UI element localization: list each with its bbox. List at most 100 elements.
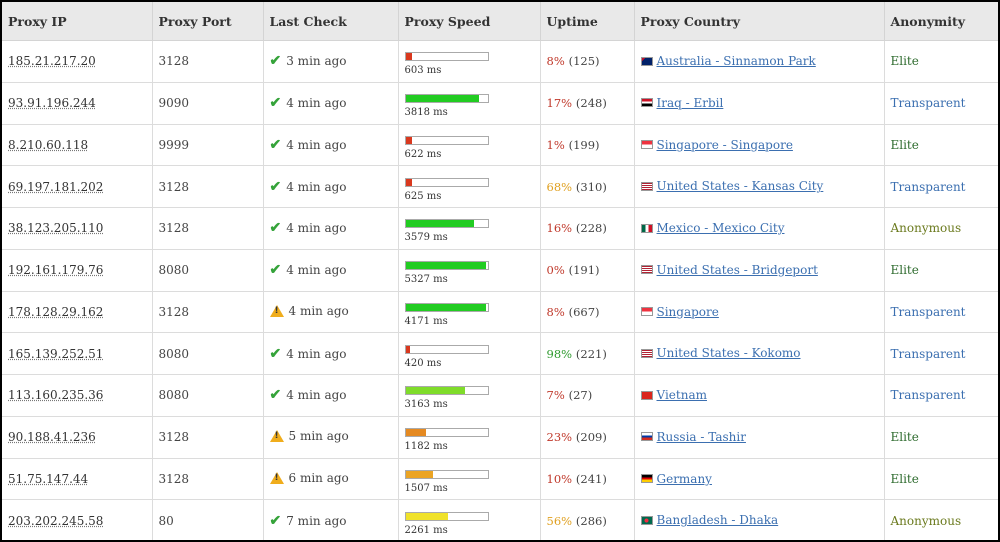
proxy-port: 8080 [158, 388, 190, 403]
anonymity-level: Transparent [890, 304, 966, 319]
table-header-row: Proxy IP Proxy Port Last Check Proxy Speed U… [2, 2, 998, 41]
anonymity-level: Transparent [890, 96, 966, 111]
anonymity-cell: Elite [883, 123, 998, 167]
last-check-cell: 4 min ago [262, 290, 399, 334]
country-link[interactable]: United States - Kansas City [657, 179, 824, 193]
proxy-port: 8080 [158, 346, 190, 361]
table-row: 38.123.205.110 3128 ✔ 4 min ago 3579 ms 16% (… [2, 207, 998, 250]
speed-bar [404, 94, 489, 104]
last-check-cell: ✔ 4 min ago [262, 165, 399, 208]
anonymity-level: Elite [890, 137, 919, 152]
proxy-ip[interactable]: 38.123.205.110 [8, 221, 103, 235]
speed-value: 4171 ms [404, 315, 448, 327]
uptime-cell: 1% (199) [539, 123, 635, 167]
country-link[interactable]: Bangladesh - Dhaka [657, 513, 779, 527]
last-check: 4 min ago [286, 346, 347, 361]
column-header-uptime[interactable]: Uptime [539, 2, 635, 41]
uptime-percent: 68% [546, 179, 573, 194]
flag-bangladesh-icon [640, 515, 653, 525]
last-check: 7 min ago [286, 513, 347, 528]
uptime-cell: 8% (125) [539, 40, 635, 83]
proxy-port: 3128 [158, 304, 190, 319]
uptime-percent: 16% [546, 221, 573, 236]
country-link[interactable]: Mexico - Mexico City [657, 221, 785, 235]
proxy-country-cell: United States - Bridgeport [633, 248, 885, 292]
proxy-ip[interactable]: 113.160.235.36 [8, 388, 103, 402]
uptime-cell: 98% (221) [539, 332, 635, 375]
uptime-percent: 56% [546, 513, 573, 528]
proxy-speed-cell: 603 ms [397, 40, 541, 83]
proxy-ip-cell: 90.188.41.236 [2, 415, 153, 459]
uptime-count: (199) [568, 137, 600, 152]
country-link[interactable]: Iraq - Erbil [657, 96, 724, 110]
table-row: 203.202.245.58 80 ✔ 7 min ago 2261 ms 56% (28… [2, 499, 998, 540]
column-header-proxy-country[interactable]: Proxy Country [633, 2, 885, 41]
country-link[interactable]: United States - Bridgeport [657, 263, 818, 277]
proxy-country-cell: Bangladesh - Dhaka [633, 499, 885, 540]
proxy-port-cell: 3128 [151, 165, 264, 208]
column-header-last-check[interactable]: Last Check [262, 2, 399, 41]
proxy-ip[interactable]: 90.188.41.236 [8, 430, 96, 444]
proxy-port-cell: 80 [151, 499, 264, 540]
flag-united-states-icon [640, 265, 653, 275]
uptime-percent: 10% [546, 471, 573, 486]
proxy-ip[interactable]: 192.161.179.76 [8, 263, 103, 277]
uptime-percent: 8% [546, 304, 565, 319]
uptime-cell: 8% (667) [539, 290, 635, 334]
proxy-ip[interactable]: 178.128.29.162 [8, 305, 103, 319]
country-link[interactable]: Vietnam [657, 388, 707, 402]
proxy-country-cell: United States - Kansas City [633, 165, 885, 208]
uptime-count: (310) [575, 179, 607, 194]
speed-bar [404, 177, 489, 187]
speed-value: 1507 ms [404, 482, 448, 494]
proxy-ip[interactable]: 185.21.217.20 [8, 54, 96, 68]
uptime-percent: 23% [546, 430, 573, 445]
table-row: 192.161.179.76 8080 ✔ 4 min ago 5327 ms 0% (1… [2, 248, 998, 292]
check-icon: ✔ [269, 345, 282, 362]
uptime-count: (221) [575, 346, 607, 361]
uptime-cell: 10% (241) [539, 457, 635, 501]
anonymity-level: Anonymous [890, 221, 962, 236]
anonymity-cell: Elite [883, 457, 998, 501]
warning-icon [269, 471, 284, 484]
speed-bar-fill [405, 512, 449, 520]
country-link[interactable]: Russia - Tashir [657, 430, 746, 444]
speed-bar [404, 302, 489, 312]
proxy-speed-cell: 1507 ms [397, 457, 541, 501]
proxy-ip[interactable]: 165.139.252.51 [8, 347, 103, 361]
country-link[interactable]: Singapore [657, 305, 719, 319]
proxy-ip-cell: 113.160.235.36 [2, 374, 153, 417]
column-header-proxy-port[interactable]: Proxy Port [151, 2, 264, 41]
uptime-percent: 8% [546, 54, 565, 69]
proxy-port-cell: 3128 [151, 40, 264, 83]
anonymity-level: Elite [890, 430, 919, 445]
uptime-count: (228) [575, 221, 607, 236]
country-link[interactable]: Singapore - Singapore [657, 138, 793, 152]
check-icon: ✔ [269, 512, 282, 529]
country-link[interactable]: Australia - Sinnamon Park [657, 54, 816, 68]
column-header-anonymity[interactable]: Anonymity [883, 2, 998, 41]
country-link[interactable]: United States - Kokomo [657, 346, 801, 360]
proxy-ip[interactable]: 69.197.181.202 [8, 180, 103, 194]
proxy-ip[interactable]: 93.91.196.244 [8, 96, 96, 110]
proxy-country-cell: Mexico - Mexico City [633, 207, 885, 250]
check-icon: ✔ [269, 136, 282, 153]
uptime-cell: 23% (209) [539, 415, 635, 459]
proxy-ip[interactable]: 203.202.245.58 [8, 514, 103, 528]
last-check: 4 min ago [286, 179, 347, 194]
country-link[interactable]: Germany [657, 472, 712, 486]
proxy-ip[interactable]: 8.210.60.118 [8, 138, 88, 152]
proxy-speed-cell: 3163 ms [397, 374, 541, 417]
column-header-proxy-ip[interactable]: Proxy IP [2, 2, 153, 41]
speed-value: 2261 ms [404, 524, 448, 536]
proxy-port: 3128 [158, 430, 190, 445]
proxy-ip[interactable]: 51.75.147.44 [8, 472, 88, 486]
anonymity-cell: Elite [883, 40, 998, 83]
proxy-ip-cell: 51.75.147.44 [2, 457, 153, 501]
column-header-proxy-speed[interactable]: Proxy Speed [397, 2, 541, 41]
last-check: 4 min ago [286, 221, 347, 236]
proxy-port: 80 [158, 513, 174, 528]
anonymity-level: Elite [890, 54, 919, 69]
proxy-list-panel: Proxy IP Proxy Port Last Check Proxy Speed U… [2, 2, 998, 540]
check-icon: ✔ [269, 387, 282, 404]
